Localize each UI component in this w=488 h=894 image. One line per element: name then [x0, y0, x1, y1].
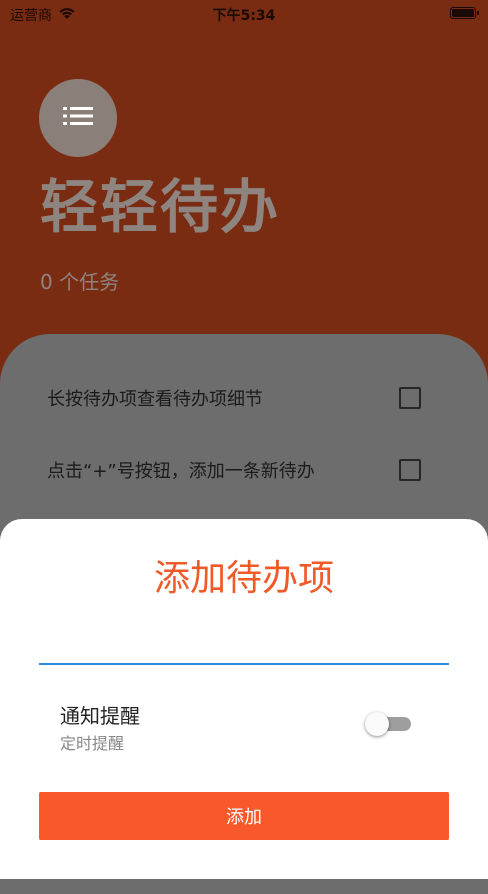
- notify-sublabel: 定时提醒: [60, 734, 125, 753]
- sheet-title: 添加待办项: [153, 558, 334, 599]
- app-title: 轻轻待办: [40, 173, 281, 241]
- list-icon: [63, 105, 93, 131]
- list-item[interactable]: 长按待办项查看待办项细节: [47, 378, 437, 418]
- todo-input-wrap: [39, 621, 449, 665]
- status-time: 下午5:34: [212, 8, 276, 24]
- battery-icon: [450, 7, 479, 19]
- add-todo-sheet: 添加待办项 通知提醒 定时提醒 添加: [0, 519, 488, 879]
- notify-toggle[interactable]: [365, 712, 411, 736]
- add-button[interactable]: 添加: [39, 792, 449, 840]
- todo-input[interactable]: [39, 621, 449, 665]
- menu-button[interactable]: [39, 79, 117, 157]
- status-bar: 运营商 下午5:34: [0, 0, 488, 28]
- todo-checkbox[interactable]: [399, 387, 421, 409]
- todo-text: 点击“+”号按钮，添加一条新待办: [47, 461, 315, 482]
- list-item[interactable]: 点击“+”号按钮，添加一条新待办: [47, 450, 437, 490]
- task-count: 0 个任务: [40, 270, 120, 294]
- toggle-thumb: [365, 712, 389, 736]
- todo-text: 长按待办项查看待办项细节: [47, 389, 263, 410]
- notify-label: 通知提醒: [60, 704, 140, 728]
- todo-checkbox[interactable]: [399, 459, 421, 481]
